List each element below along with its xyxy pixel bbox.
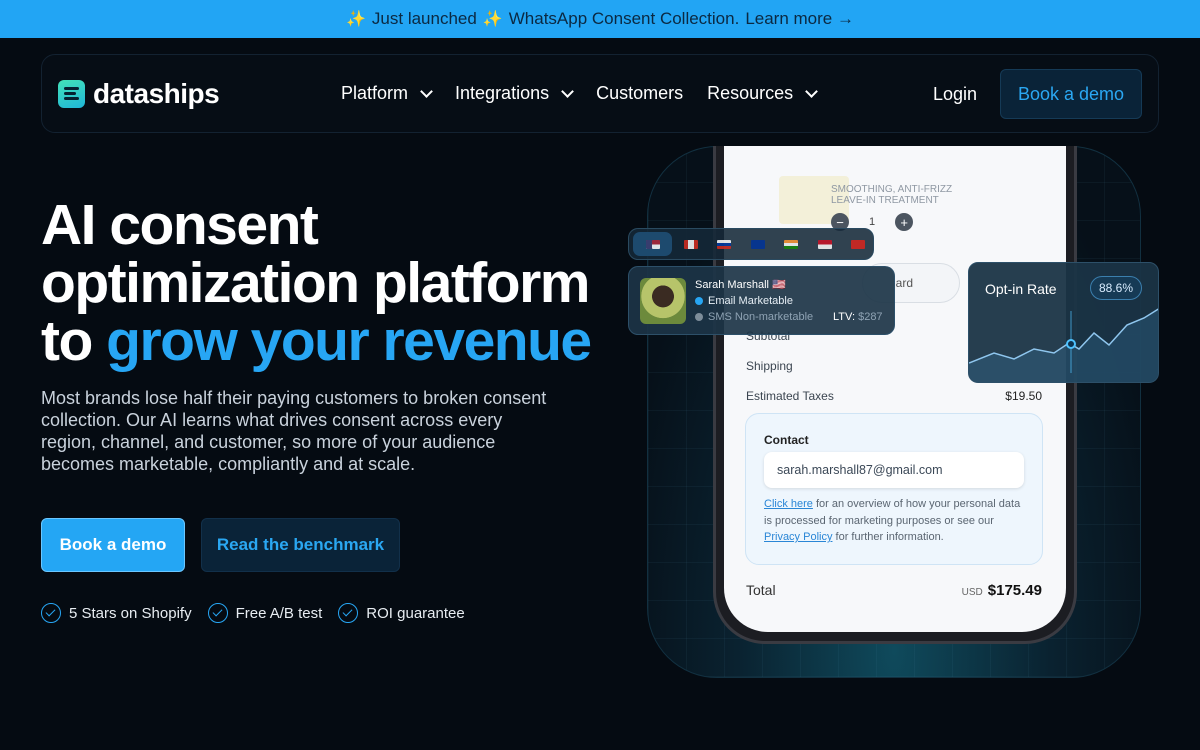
chevron-down-icon [805, 84, 819, 98]
privacy-policy-link[interactable]: Privacy Policy [764, 531, 832, 543]
sms-status: SMS Non-marketable [695, 311, 813, 323]
product-description: SMOOTHING, ANTI-FRIZZ LEAVE-IN TREATMENT [831, 184, 953, 206]
region-flags [628, 228, 874, 260]
headline-accent: grow your revenue [106, 309, 592, 373]
nav-resources-label: Resources [707, 83, 794, 103]
nav-platform[interactable]: Platform [341, 83, 433, 104]
perk-item: Free A/B test [207, 603, 323, 623]
flag-us-icon[interactable] [633, 232, 673, 256]
learn-more-link[interactable]: Learn more → [745, 9, 854, 29]
total-currency: USD [961, 587, 983, 598]
ltv-label: LTV: [833, 311, 856, 323]
sparkline-marker [1066, 339, 1076, 349]
nav-customers[interactable]: Customers [596, 83, 683, 104]
email-status: Email Marketable [695, 295, 793, 307]
nav-integrations[interactable]: Integrations [455, 83, 574, 104]
headline-line-2: optimization platform [41, 251, 590, 315]
check-circle-icon [41, 603, 61, 623]
perk-label: ROI guarantee [366, 604, 465, 622]
privacy-notice: Click here for an overview of how your p… [764, 496, 1024, 546]
announcement-product: WhatsApp Consent Collection. [508, 9, 740, 28]
sparkle-icon: ✨ [482, 11, 503, 28]
contact-title: Contact [764, 433, 809, 447]
avatar [640, 278, 686, 324]
nav-customers-label: Customers [596, 83, 684, 103]
perk-label: Free A/B test [235, 604, 323, 622]
sms-status-label: SMS Non-marketable [708, 311, 814, 323]
nav-platform-label: Platform [341, 83, 409, 103]
taxes-value: $19.50 [1005, 389, 1042, 403]
phone-screen-checkout: SMOOTHING, ANTI-FRIZZ LEAVE-IN TREATMENT… [724, 146, 1066, 632]
main-nav: dataships Platform Integrations Customer… [41, 54, 1159, 133]
book-demo-button[interactable]: Book a demo [41, 518, 185, 572]
headline-line-3: to [41, 309, 107, 373]
chevron-down-icon [420, 84, 433, 98]
total-value: $175.49 [987, 582, 1042, 599]
contact-card: Contact sarah.marshall87@gmail.com Click… [745, 413, 1043, 565]
flag-ru-icon[interactable] [710, 232, 739, 256]
email-status-label: Email Marketable [708, 295, 793, 307]
quantity-value: 1 [869, 216, 876, 228]
customer-profile-card: Sarah Marshall 🇺🇸 Email Marketable SMS N… [628, 266, 895, 335]
email-field[interactable]: sarah.marshall87@gmail.com [764, 452, 1024, 488]
headline-line-1: AI consent [41, 193, 319, 257]
ltv: LTV: $287 [833, 311, 883, 323]
taxes-row: Estimated Taxes $19.50 [746, 389, 1042, 403]
perk-list: 5 Stars on Shopify Free A/B test ROI gua… [41, 603, 465, 623]
perk-item: 5 Stars on Shopify [41, 603, 192, 623]
brand-logo[interactable]: dataships [58, 78, 220, 110]
total-label: Total [746, 582, 776, 598]
flag-vn-icon[interactable] [844, 232, 873, 256]
click-here-link[interactable]: Click here [764, 498, 813, 510]
check-circle-icon [338, 603, 359, 623]
announcement-text: Just launched [371, 9, 477, 28]
optin-sparkline [969, 308, 1158, 382]
hero-subtext: Most brands lose half their paying custo… [41, 388, 547, 474]
flag-in-icon[interactable] [777, 232, 806, 256]
brand-name: dataships [93, 78, 220, 109]
optin-rate-card: Opt-in Rate 88.6% [968, 262, 1159, 383]
nav-links: Platform Integrations Customers Resource… [341, 83, 840, 104]
nav-book-demo-button[interactable]: Book a demo [1000, 69, 1142, 119]
profile-name: Sarah Marshall 🇺🇸 [695, 279, 786, 291]
ltv-value: $287 [858, 311, 883, 323]
shipping-label: Shipping [746, 359, 793, 373]
logo-mark-icon [58, 80, 85, 108]
perk-label: 5 Stars on Shopify [69, 604, 192, 622]
announcement-bar[interactable]: ✨ Just launched ✨ WhatsApp Consent Colle… [0, 0, 1200, 38]
nav-resources[interactable]: Resources [707, 83, 819, 104]
perk-item: ROI guarantee [338, 603, 465, 623]
sparkle-icon: ✨ [346, 11, 366, 28]
flag-eu-icon[interactable] [743, 232, 772, 256]
check-badge-icon [695, 297, 703, 305]
status-dot-icon [695, 313, 703, 321]
flag-id-icon[interactable] [810, 232, 839, 256]
login-link[interactable]: Login [933, 84, 977, 105]
taxes-label: Estimated Taxes [746, 389, 834, 403]
flag-ca-icon[interactable] [676, 232, 705, 256]
nav-integrations-label: Integrations [455, 83, 550, 103]
privacy-text-2: for further information. [832, 531, 944, 543]
read-benchmark-button[interactable]: Read the benchmark [201, 518, 400, 572]
hero-headline: AI consent optimization platform to grow… [41, 196, 601, 370]
plus-icon[interactable]: + [895, 213, 914, 231]
check-circle-icon [207, 603, 228, 623]
chevron-down-icon [561, 84, 574, 98]
total-amount: USD $175.49 [962, 582, 1042, 599]
total-row: Total USD $175.49 [746, 582, 1042, 599]
